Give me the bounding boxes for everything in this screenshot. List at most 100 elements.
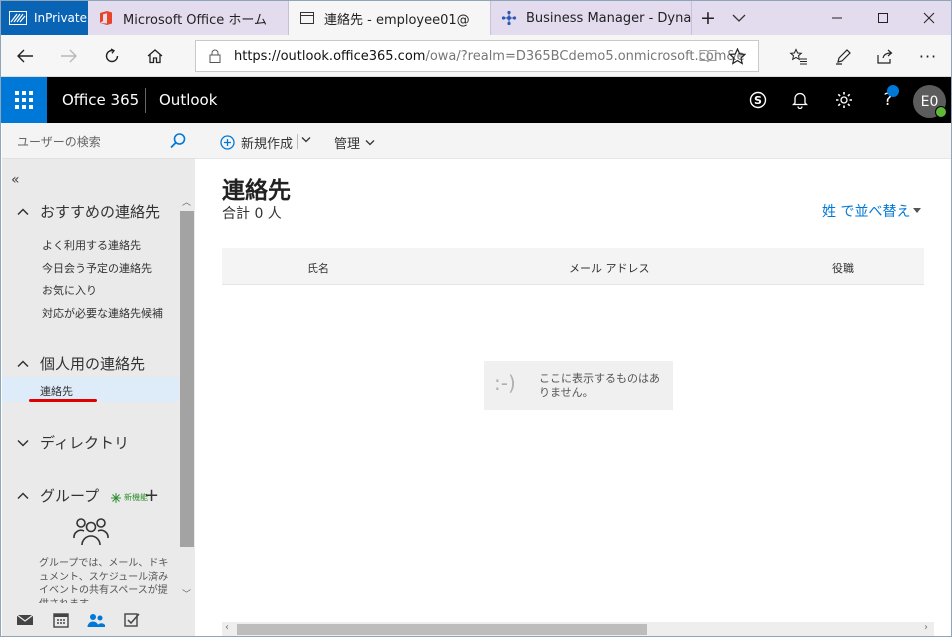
section-personal-header[interactable]: 個人用の連絡先 xyxy=(17,353,145,374)
nav-item-frequent[interactable]: よく利用する連絡先 xyxy=(42,237,141,253)
page-title: 連絡先 xyxy=(222,178,291,204)
tab-list-button[interactable] xyxy=(725,1,753,35)
app-name[interactable]: Outlook xyxy=(159,91,217,109)
collapse-pane-button[interactable]: « xyxy=(11,172,20,188)
refresh-icon xyxy=(105,48,119,63)
command-bar: 新規作成 管理 xyxy=(195,123,951,159)
reading-view-icon[interactable] xyxy=(699,48,717,64)
url-host: https://outlook.office365.com xyxy=(234,48,426,64)
notes-button[interactable] xyxy=(827,41,859,71)
tab-office-home[interactable]: Microsoft Office ホーム xyxy=(88,1,289,35)
new-feature-badge: 新機能 xyxy=(111,492,148,503)
left-pane-scrollbar-thumb[interactable] xyxy=(180,211,194,547)
module-switcher xyxy=(2,603,195,636)
dynamics-icon xyxy=(501,10,517,26)
home-button[interactable] xyxy=(139,41,171,71)
gear-icon xyxy=(836,92,852,108)
group-people-icon xyxy=(73,518,109,546)
tab-strip: InPrivate Microsoft Office ホーム 連絡先 - emp… xyxy=(1,1,951,35)
app-launcher-button[interactable] xyxy=(1,77,47,123)
sort-dropdown[interactable]: 姓 で並べ替え xyxy=(822,201,922,221)
scroll-up-arrow-icon[interactable]: ︿ xyxy=(182,195,191,208)
section-directory-header[interactable]: ディレクトリ xyxy=(17,432,129,453)
column-header-email[interactable]: メール アドレス xyxy=(569,260,650,276)
minimize-icon xyxy=(832,17,842,19)
tasks-icon[interactable] xyxy=(123,612,141,628)
new-contact-label: 新規作成 xyxy=(241,137,294,152)
chevron-down-icon xyxy=(301,137,311,143)
new-options-dropdown[interactable] xyxy=(301,136,311,144)
close-icon xyxy=(923,12,935,24)
close-window-button[interactable] xyxy=(909,1,949,35)
column-header-name[interactable]: 氏名 xyxy=(307,260,329,276)
office-icon xyxy=(100,11,112,25)
ellipsis-icon: ··· xyxy=(918,46,938,66)
scroll-left-arrow-icon[interactable]: ‹ xyxy=(225,622,229,633)
people-icon[interactable] xyxy=(87,612,105,628)
scroll-down-arrow-icon[interactable]: ﹀ xyxy=(182,587,191,600)
more-button[interactable]: ··· xyxy=(912,41,944,71)
home-icon xyxy=(147,49,163,64)
section-label: おすすめの連絡先 xyxy=(40,203,161,221)
maximize-icon xyxy=(878,13,888,23)
office-365-brand[interactable]: Office 365 xyxy=(62,91,139,109)
nav-item-favorites[interactable]: お気に入り xyxy=(42,282,97,298)
section-favorites-header[interactable]: おすすめの連絡先 xyxy=(17,201,160,222)
empty-message: ここに表示するものはありません。 xyxy=(539,372,660,399)
section-label: ディレクトリ xyxy=(40,434,129,452)
mail-icon[interactable] xyxy=(16,612,34,628)
settings-button[interactable] xyxy=(831,87,857,113)
contact-count: 合計 0 人 xyxy=(222,206,282,222)
plus-icon: + xyxy=(700,7,716,29)
notifications-button[interactable] xyxy=(787,87,813,113)
arrow-left-icon xyxy=(17,49,33,63)
add-group-button[interactable]: + xyxy=(144,485,159,506)
back-button[interactable] xyxy=(9,41,41,71)
browser-window: InPrivate Microsoft Office ホーム 連絡先 - emp… xyxy=(0,0,952,637)
forward-button[interactable] xyxy=(53,41,85,71)
inprivate-badge: InPrivate xyxy=(1,1,88,35)
minimize-button[interactable] xyxy=(817,1,857,35)
address-bar[interactable]: https://outlook.office365.com/owa/?realm… xyxy=(195,40,759,72)
arrow-right-icon xyxy=(61,49,77,63)
inprivate-label: InPrivate xyxy=(34,11,87,25)
page-icon xyxy=(300,12,314,24)
left-navigation-pane: ユーザーの検索 « おすすめの連絡先 よく利用する連絡先 今日会う予定の連絡先 … xyxy=(2,123,195,636)
people-search-box[interactable]: ユーザーの検索 xyxy=(2,123,195,159)
favorites-hub-button[interactable] xyxy=(782,41,814,71)
presence-available-icon xyxy=(935,106,947,118)
manage-label: 管理 xyxy=(334,137,361,152)
horizontal-scrollbar-thumb[interactable] xyxy=(237,624,647,635)
address-toolbar: https://outlook.office365.com/owa/?realm… xyxy=(1,35,951,77)
scroll-right-arrow-icon[interactable]: › xyxy=(924,622,928,633)
calendar-icon[interactable] xyxy=(52,612,70,628)
empty-face-icon: :-) xyxy=(494,371,516,395)
skype-icon: S xyxy=(749,91,767,109)
sparkle-icon xyxy=(111,492,121,503)
waffle-icon xyxy=(15,91,33,109)
new-tab-button[interactable]: + xyxy=(693,1,723,35)
table-header: 氏名 メール アドレス 役職 xyxy=(222,248,924,285)
section-label: 個人用の連絡先 xyxy=(40,355,146,373)
tab-label: 連絡先 - employee01@ xyxy=(324,12,470,28)
nav-item-meeting-today[interactable]: 今日会う予定の連絡先 xyxy=(42,260,152,276)
refresh-button[interactable] xyxy=(96,41,128,71)
chevron-down-icon xyxy=(365,139,375,145)
red-underline-annotation xyxy=(29,399,97,402)
manage-button[interactable]: 管理 xyxy=(334,133,375,152)
tab-business-manager[interactable]: Business Manager - Dynam xyxy=(491,1,692,35)
header-divider xyxy=(145,88,146,113)
share-button[interactable] xyxy=(869,41,901,71)
skype-button[interactable]: S xyxy=(745,87,771,113)
maximize-button[interactable] xyxy=(863,1,903,35)
toolbar-divider xyxy=(297,134,298,149)
new-contact-button[interactable]: 新規作成 xyxy=(220,133,293,152)
horizontal-scrollbar[interactable]: ‹ › xyxy=(222,622,934,636)
nav-item-contacts[interactable]: 連絡先 xyxy=(40,383,73,399)
column-header-title[interactable]: 役職 xyxy=(832,260,854,276)
section-groups-header[interactable]: グループ xyxy=(17,485,99,506)
search-icon[interactable] xyxy=(169,132,187,150)
tab-contacts[interactable]: 連絡先 - employee01@ xyxy=(289,1,491,35)
nav-item-suggested[interactable]: 対応が必要な連絡先候補 xyxy=(42,305,163,321)
favorite-star-icon[interactable] xyxy=(729,48,746,65)
